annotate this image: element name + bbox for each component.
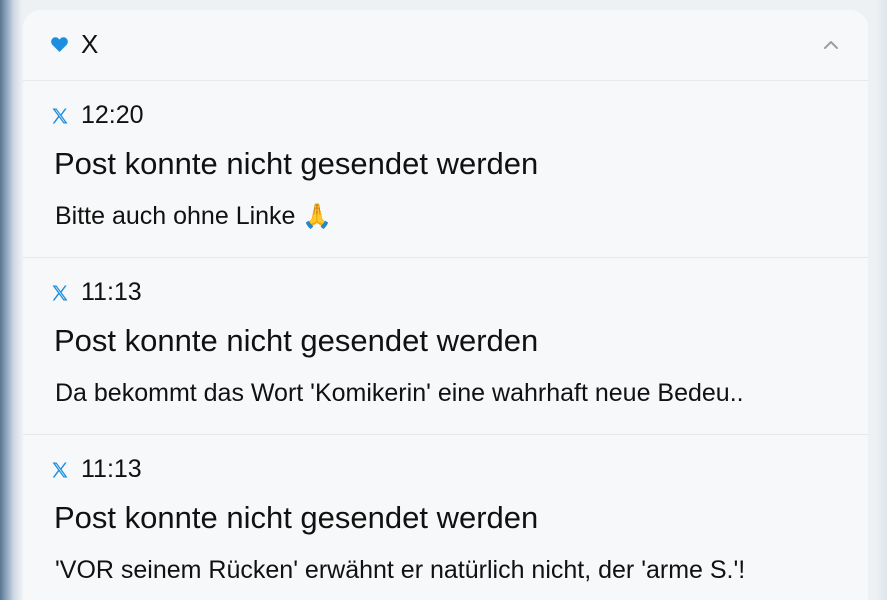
notification-title: Post konnte nicht gesendet werden (54, 146, 539, 181)
notification-title: Post konnte nicht gesendet werden (54, 500, 539, 535)
pray-emoji-icon: 🙏 (302, 202, 333, 230)
notification-body: 'VOR seinem Rücken' erwähnt er natürlich… (55, 556, 746, 584)
notification-group-panel: X 12:20 Post konnte nicht gesendet werde… (23, 10, 868, 600)
chevron-up-icon[interactable] (820, 34, 842, 56)
x-logo-icon (51, 107, 69, 125)
app-name: X (81, 29, 99, 59)
notification-time: 12:20 (81, 101, 144, 129)
notification-body: Bitte auch ohne Linke 🙏 (55, 200, 332, 232)
notification-item[interactable]: 12:20 Post konnte nicht gesendet werden … (23, 81, 868, 258)
notification-item[interactable]: 11:13 Post konnte nicht gesendet werden … (23, 435, 868, 600)
notification-time: 11:13 (81, 455, 142, 483)
x-logo-icon (51, 461, 69, 479)
x-logo-icon (51, 284, 69, 302)
notification-item[interactable]: 11:13 Post konnte nicht gesendet werden … (23, 258, 868, 435)
heart-icon (50, 35, 69, 54)
notification-body: Da bekommt das Wort 'Komikerin' eine wah… (55, 379, 744, 407)
notification-time: 11:13 (81, 278, 142, 306)
notification-body-text: Bitte auch ohne Linke (55, 202, 296, 230)
notification-title: Post konnte nicht gesendet werden (54, 323, 539, 358)
notification-group-header[interactable]: X (23, 10, 868, 81)
